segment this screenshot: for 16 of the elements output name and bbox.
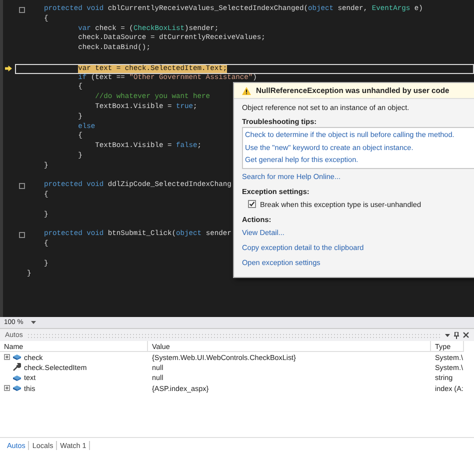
dropdown-icon[interactable] xyxy=(445,334,450,336)
collapse-icon[interactable] xyxy=(19,6,25,13)
collapse-icon[interactable] xyxy=(19,232,25,238)
checkbox[interactable] xyxy=(248,200,256,208)
collapse-icon[interactable] xyxy=(19,183,25,190)
caret-icon xyxy=(31,321,36,324)
expand-icon[interactable] xyxy=(4,354,10,360)
warning-icon xyxy=(242,86,251,94)
field-icon xyxy=(13,385,21,392)
close-icon[interactable] xyxy=(463,332,469,338)
expand-icon[interactable] xyxy=(4,385,10,392)
field-icon xyxy=(13,374,21,381)
field-icon xyxy=(13,354,21,360)
pin-icon[interactable] xyxy=(454,332,459,338)
wrench-icon xyxy=(13,363,21,372)
arrow-icon xyxy=(5,64,12,72)
